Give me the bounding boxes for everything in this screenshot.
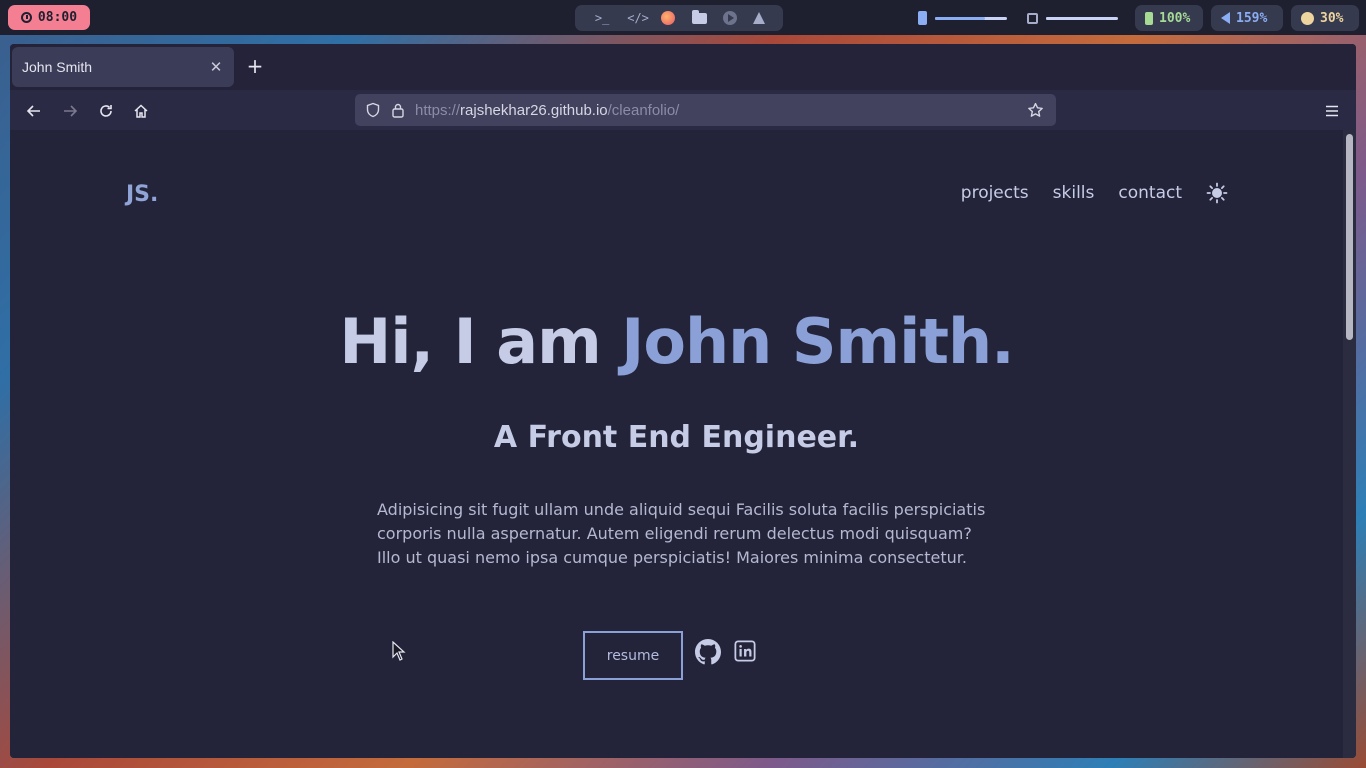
brightness-fill xyxy=(935,16,986,20)
media-player-icon[interactable] xyxy=(722,11,737,25)
close-icon[interactable]: ✕ xyxy=(208,58,224,76)
hero-description: Adipisicing sit fugit ullam unde aliquid… xyxy=(377,500,986,567)
brightness-icon xyxy=(1301,11,1314,25)
back-arrow-icon xyxy=(26,105,40,117)
navigation-toolbar: https://rajshekhar26.github.io/cleanfoli… xyxy=(10,90,1356,130)
app-launcher: >_ </> xyxy=(575,5,783,31)
nav-link-contact[interactable]: contact xyxy=(1118,183,1182,203)
brightness-slider[interactable] xyxy=(918,9,1007,27)
cpu-icon xyxy=(1027,12,1038,24)
clock-widget[interactable]: 08:00 xyxy=(8,5,90,30)
bookmark-star-icon[interactable] xyxy=(1027,102,1044,119)
home-button[interactable] xyxy=(129,99,153,123)
scrollbar-thumb[interactable] xyxy=(1346,134,1353,340)
battery-value: 100% xyxy=(1159,10,1191,26)
cpu-slider[interactable] xyxy=(1027,9,1118,27)
volume-icon xyxy=(1221,12,1230,24)
reload-button[interactable] xyxy=(94,99,118,123)
tab-active[interactable]: John Smith ✕ xyxy=(12,47,234,87)
mouse-cursor-icon xyxy=(392,641,406,661)
nav-link-projects[interactable]: projects xyxy=(961,183,1029,203)
hamburger-icon xyxy=(1326,105,1338,117)
hero-greeting: Hi, I am xyxy=(339,305,601,378)
theme-toggle-sun-icon[interactable] xyxy=(1206,182,1228,204)
resume-button[interactable]: resume xyxy=(583,631,683,680)
tab-strip: John Smith ✕ + xyxy=(10,44,1356,90)
code-icon[interactable]: </> xyxy=(627,11,649,25)
brightness-widget[interactable]: 30% xyxy=(1291,5,1359,31)
volume-value: 159% xyxy=(1236,10,1268,26)
url-bar[interactable]: https://rajshekhar26.github.io/cleanfoli… xyxy=(355,94,1056,126)
volume-widget[interactable]: 159% xyxy=(1211,5,1283,31)
battery-widget[interactable]: 100% xyxy=(1135,5,1203,31)
forward-arrow-icon xyxy=(64,105,78,117)
folder-icon[interactable] xyxy=(691,9,707,24)
site-logo[interactable]: JS. xyxy=(126,182,158,207)
shield-icon[interactable] xyxy=(365,102,381,118)
url-scheme: https:// xyxy=(415,101,461,119)
cpu-track[interactable] xyxy=(1046,16,1118,20)
lock-icon[interactable] xyxy=(391,102,405,118)
clock-icon xyxy=(20,12,32,23)
site-nav: projects skills contact xyxy=(961,182,1228,204)
browser-window: John Smith ✕ + https://rajshekhar26.gith… xyxy=(10,44,1356,758)
github-icon[interactable] xyxy=(695,639,721,665)
clock-time: 08:00 xyxy=(37,10,78,25)
terminal-icon[interactable]: >_ xyxy=(593,11,611,25)
brightness-track[interactable] xyxy=(935,16,1007,20)
battery-icon xyxy=(1145,11,1153,25)
home-icon xyxy=(134,104,148,118)
arch-icon[interactable] xyxy=(752,12,765,24)
nav-link-skills[interactable]: skills xyxy=(1053,183,1095,203)
back-button[interactable] xyxy=(22,99,46,123)
forward-button[interactable] xyxy=(58,99,82,123)
menu-button[interactable] xyxy=(1320,99,1344,123)
url-text[interactable]: https://rajshekhar26.github.io/cleanfoli… xyxy=(415,102,1017,119)
web-page: JS. projects skills contact Hi, I am Joh… xyxy=(10,130,1343,758)
url-host: rajshekhar26.github.io xyxy=(460,101,608,119)
hero-subtitle: A Front End Engineer. xyxy=(493,420,860,455)
page-scrollbar[interactable] xyxy=(1343,130,1356,758)
tab-title: John Smith xyxy=(22,59,93,75)
brightness-value: 30% xyxy=(1320,10,1344,26)
phone-icon xyxy=(918,11,927,25)
system-top-bar: 08:00 >_ </> 100% 159% 30% xyxy=(0,0,1366,35)
cpu-fill xyxy=(1046,16,1115,20)
url-path: /cleanfolio/ xyxy=(607,101,680,119)
firefox-icon[interactable] xyxy=(661,11,676,25)
hero-name: John Smith. xyxy=(621,305,1014,378)
hero-title: Hi, I am John Smith. xyxy=(10,305,1343,378)
linkedin-icon[interactable] xyxy=(734,640,756,662)
reload-icon xyxy=(100,105,112,117)
new-tab-button[interactable]: + xyxy=(244,55,266,77)
